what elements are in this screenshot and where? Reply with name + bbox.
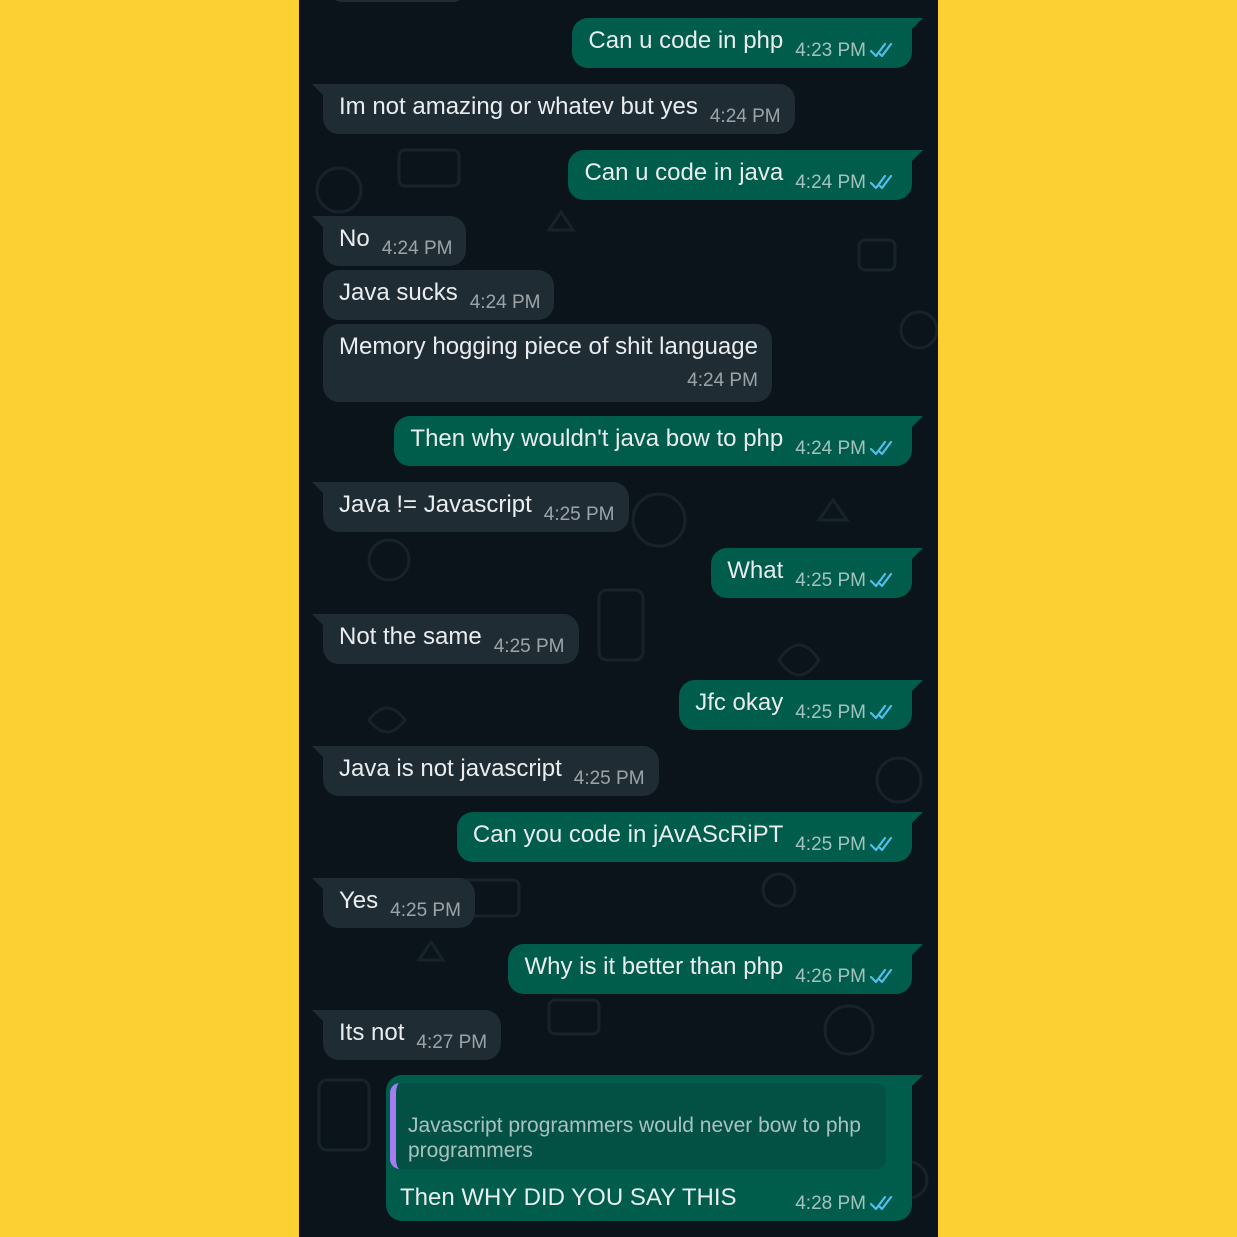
bubble-tail: [909, 680, 923, 694]
incoming-message[interactable]: Memory hogging piece of shit language 4:2…: [323, 324, 772, 402]
outgoing-message[interactable]: Can u code in java 4:24 PM: [568, 150, 923, 200]
double-check-icon: [870, 440, 893, 456]
message-time: 4:24 PM: [469, 292, 541, 313]
double-check-icon: [870, 572, 893, 588]
message-meta: 4:25 PM: [544, 500, 615, 530]
message-time: 4:28 PM: [795, 1193, 866, 1214]
incoming-message[interactable]: Not the same 4:25 PM: [312, 614, 579, 664]
message-text: Im not amazing or whatev but yes: [339, 93, 698, 120]
bubble-tail: [909, 416, 923, 430]
bubble-tail: [312, 84, 326, 98]
incoming-message[interactable]: No 4:24 PM: [312, 216, 467, 266]
bubble-tail: [909, 944, 923, 958]
message-meta: 4:24 PM: [339, 366, 758, 396]
message-text: Then why wouldn't java bow to php: [410, 425, 784, 452]
message-time: 4:23 PM: [795, 40, 866, 61]
bubble-tail: [909, 548, 923, 562]
message-meta: 4:25 PM: [494, 632, 565, 662]
message-meta: 4:26 PM: [795, 962, 898, 992]
message-time: 4:24 PM: [795, 438, 866, 459]
message-time: 4:25 PM: [795, 702, 866, 723]
bubble-tail: [909, 812, 923, 826]
message-text: Can you code in jAvAScRiPT: [472, 821, 784, 848]
message-text: What: [727, 557, 784, 584]
bubble-tail: [312, 878, 326, 892]
outgoing-message[interactable]: What 4:25 PM: [711, 548, 923, 598]
incoming-message[interactable]: Im not amazing or whatev but yes 4:24 PM: [312, 84, 795, 134]
incoming-message[interactable]: Its not 4:27 PM: [312, 1010, 502, 1060]
message-time: 4:24 PM: [381, 238, 453, 259]
double-check-icon: [870, 968, 893, 984]
message-time: 4:25 PM: [493, 636, 565, 657]
message-meta: 4:24 PM: [795, 168, 898, 198]
outgoing-message[interactable]: Then why wouldn't java bow to php 4:24 PM: [394, 416, 923, 466]
bubble-tail: [312, 1010, 326, 1024]
outgoing-message[interactable]: Why is it better than php 4:26 PM: [508, 944, 923, 994]
message-text: Then WHY DID YOU SAY THIS: [400, 1184, 737, 1211]
message-text: Java != Javascript: [339, 491, 532, 518]
message-meta: 4:24 PM: [710, 102, 781, 132]
incoming-message[interactable]: Java != Javascript 4:25 PM: [312, 482, 629, 532]
double-check-icon: [870, 704, 893, 720]
incoming-message[interactable]: Yes 4:25 PM: [312, 878, 475, 928]
message-time: 4:24 PM: [687, 370, 758, 391]
message-time: 4:27 PM: [416, 1032, 488, 1053]
message-meta: 4:24 PM: [470, 288, 541, 318]
message-meta: 4:25 PM: [574, 764, 645, 794]
message-text: Jfc okay: [695, 689, 784, 716]
message-text: Can u code in java: [584, 159, 784, 186]
chat-screen[interactable]: Can u code in php 4:23 PM Im not amazing o…: [299, 0, 938, 1237]
double-check-icon: [870, 42, 893, 58]
bubble-tail: [909, 18, 923, 32]
quoted-reply[interactable]: Javascript programmers would never bow t…: [390, 1083, 886, 1169]
message-text: Java sucks: [339, 279, 458, 306]
message-time: 4:25 PM: [543, 504, 615, 525]
message-time: 4:25 PM: [573, 768, 645, 789]
outgoing-message[interactable]: Jfc okay 4:25 PM: [679, 680, 923, 730]
bubble-tail: [909, 1075, 923, 1089]
bubble-tail: [312, 482, 326, 496]
message-meta: 4:25 PM: [795, 830, 898, 860]
message-text: Its not: [339, 1019, 405, 1046]
outgoing-message[interactable]: Can u code in php 4:23 PM: [572, 18, 923, 68]
message-meta: 4:27 PM: [416, 1028, 487, 1058]
bubble-tail: [312, 216, 326, 230]
message-meta: 4:28 PM: [795, 1189, 898, 1219]
message-time: 4:24 PM: [795, 172, 866, 193]
incoming-message[interactable]: Java is not javascript 4:25 PM: [312, 746, 659, 796]
message-meta: 4:25 PM: [795, 566, 898, 596]
bubble-tail: [312, 614, 326, 628]
outgoing-message[interactable]: Javascript programmers would never bow t…: [386, 1075, 923, 1221]
message-text: Not the same: [339, 623, 482, 650]
message-time: 4:25 PM: [390, 900, 461, 921]
double-check-icon: [870, 1195, 893, 1211]
message-time: 4:25 PM: [795, 834, 866, 855]
bubble-tail: [909, 150, 923, 164]
previous-message-fragment: [330, 0, 465, 2]
message-meta: 4:23 PM: [795, 36, 898, 66]
message-text: Memory hogging piece of shit language: [339, 333, 758, 360]
message-text: Why is it better than php: [524, 953, 784, 980]
message-time: 4:25 PM: [795, 570, 866, 591]
outgoing-message[interactable]: Can you code in jAvAScRiPT 4:25 PM: [456, 812, 923, 862]
bubble-tail: [312, 746, 326, 760]
message-text: No: [339, 225, 370, 252]
message-meta: 4:24 PM: [382, 234, 453, 264]
message-meta: 4:25 PM: [390, 896, 461, 926]
double-check-icon: [870, 174, 893, 190]
incoming-message[interactable]: Java sucks 4:24 PM: [323, 270, 555, 320]
message-text: Can u code in php: [588, 27, 784, 54]
message-meta: 4:25 PM: [795, 698, 898, 728]
message-text: Java is not javascript: [339, 755, 562, 782]
message-time: 4:26 PM: [795, 966, 866, 987]
message-text: Yes: [339, 887, 379, 914]
message-meta: 4:24 PM: [795, 434, 898, 464]
double-check-icon: [870, 836, 893, 852]
message-time: 4:24 PM: [709, 106, 781, 127]
